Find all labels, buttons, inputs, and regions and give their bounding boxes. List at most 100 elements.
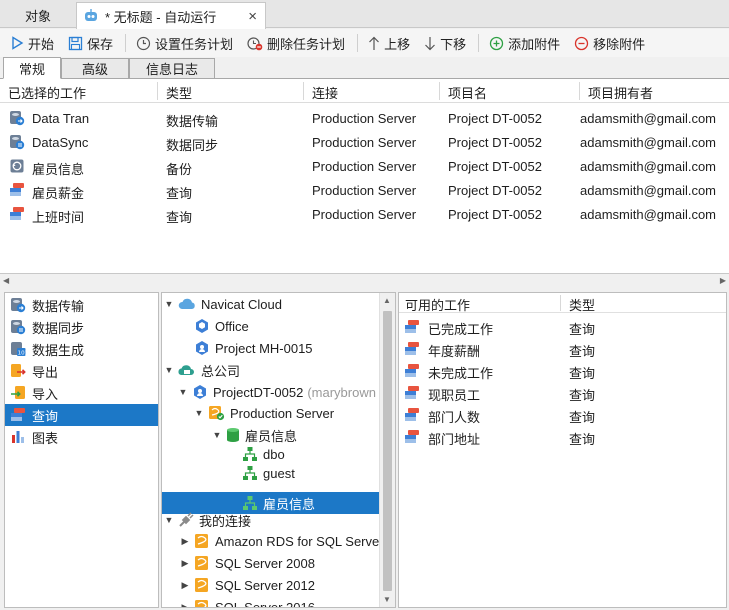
expand-arrow-icon[interactable]: ▶ (180, 602, 190, 608)
expand-arrow-icon[interactable]: ▶ (180, 536, 190, 547)
job-project: Project DT-0052 (448, 159, 542, 174)
start-button[interactable]: 开始 (6, 31, 58, 55)
collapse-arrow-icon[interactable]: ▼ (164, 299, 174, 309)
data-sync-icon (10, 135, 25, 150)
collapse-arrow-icon[interactable]: ▼ (164, 365, 174, 375)
table-row[interactable]: 雇员信息 备份 Production Server Project DT-005… (0, 154, 729, 178)
collapse-arrow-icon[interactable]: ▼ (164, 515, 174, 525)
add-circle-icon (489, 36, 504, 50)
table-row[interactable]: DataSync 数据同步 Production Server Project … (0, 130, 729, 154)
tab-general[interactable]: 常规 (3, 57, 61, 79)
list-item[interactable]: 已完成工作 查询 (399, 315, 726, 337)
tab-advanced-label: 高级 (81, 62, 108, 77)
tab-general-label: 常规 (18, 61, 45, 77)
sql-server-icon (195, 600, 208, 607)
play-icon (12, 36, 24, 50)
delete-schedule-button[interactable]: 删除任务计划 (243, 31, 349, 55)
tree-node-conn-sqlserver-2012[interactable]: ▶ SQL Server 2012 (180, 574, 315, 596)
column-divider[interactable] (560, 295, 561, 311)
toolbar: 开始 保存 设置任务计划 删除任务计划 上移 下移 添加附件 移除附件 (0, 29, 729, 57)
tree-owner-label: (marybrown (307, 384, 376, 400)
tree-node-conn-sqlserver-2008[interactable]: ▶ SQL Server 2008 (180, 552, 315, 574)
query-icon (11, 408, 25, 421)
query-icon (405, 342, 419, 355)
category-item-export[interactable]: 导出 (5, 360, 158, 382)
remove-attachment-label: 移除附件 (593, 36, 646, 52)
tab-message-log[interactable]: 信息日志 (129, 58, 215, 79)
tree-node-project-dt[interactable]: ▼ ProjectDT-0052 (marybrown (178, 381, 376, 403)
collapse-arrow-icon[interactable]: ▼ (194, 408, 204, 418)
expand-arrow-icon[interactable]: ▶ (180, 580, 190, 591)
category-item-data-generation[interactable]: 101 数据生成 (5, 338, 158, 360)
table-row[interactable]: 雇员薪金 查询 Production Server Project DT-005… (0, 178, 729, 202)
plug-icon (179, 512, 194, 527)
set-schedule-button[interactable]: 设置任务计划 (132, 31, 237, 55)
column-divider[interactable] (157, 82, 158, 100)
tree-label: SQL Server 2008 (215, 555, 315, 571)
scrollbar-thumb[interactable] (383, 311, 392, 591)
add-attachment-button[interactable]: 添加附件 (485, 31, 564, 55)
column-header-type[interactable]: 类型 (569, 295, 595, 314)
category-label: 图表 (32, 430, 59, 446)
job-owner: adamsmith@gmail.com (580, 207, 717, 222)
tab-objects-label: 对象 (24, 8, 51, 24)
column-header-available-job[interactable]: 可用的工作 (405, 295, 470, 314)
selected-jobs-table: 已选择的工作 类型 连接 项目名 项目拥有者 Data Tran 数据传输 Pr… (0, 79, 729, 274)
scroll-right-icon[interactable]: ▶ (720, 276, 726, 285)
job-project: Project DT-0052 (448, 207, 542, 222)
tree-node-production-server[interactable]: ▼ Production Server (194, 402, 335, 424)
horizontal-scrollbar[interactable]: ◀ ▶ (0, 274, 729, 288)
save-button[interactable]: 保存 (64, 31, 117, 55)
column-divider[interactable] (303, 82, 304, 100)
tree-node-company[interactable]: ▼ 总公司 (164, 359, 240, 381)
column-header-project[interactable]: 项目名 (448, 83, 487, 102)
tree-vertical-scrollbar[interactable]: ▲ ▼ (379, 293, 395, 607)
tree-label: SQL Server 2016 (215, 599, 315, 608)
table-row[interactable]: Data Tran 数据传输 Production Server Project… (0, 106, 729, 130)
scroll-left-icon[interactable]: ◀ (3, 276, 9, 285)
tree-node-schema-guest[interactable]: guest (242, 462, 295, 484)
tree-node-office[interactable]: Office (194, 315, 249, 337)
category-item-query[interactable]: 查询 (5, 404, 158, 426)
tree-node-my-connections[interactable]: ▼ 我的连接 (164, 509, 251, 531)
close-tab-icon[interactable]: × (248, 8, 257, 25)
table-row[interactable]: 上班时间 查询 Production Server Project DT-005… (0, 202, 729, 226)
tab-automation-document[interactable]: * 无标题 - 自动运行 × (76, 2, 266, 29)
tree-node-project-mh[interactable]: Project MH-0015 (194, 337, 313, 359)
list-item[interactable]: 部门地址 查询 (399, 425, 726, 447)
tree-label: 总公司 (201, 363, 241, 379)
tab-objects[interactable]: 对象 (0, 2, 76, 28)
scroll-up-icon[interactable]: ▲ (383, 296, 391, 305)
tree-node-conn-amazon-rds[interactable]: ▶ Amazon RDS for SQL Server (180, 530, 384, 552)
tree-node-schema-employee[interactable]: 雇员信息 (242, 492, 315, 514)
list-item[interactable]: 未完成工作 查询 (399, 359, 726, 381)
category-item-chart[interactable]: 图表 (5, 426, 158, 448)
export-icon (11, 364, 26, 377)
tree-node-navicat-cloud[interactable]: ▼ Navicat Cloud (164, 293, 282, 315)
category-item-data-transfer[interactable]: 数据传输 (5, 294, 158, 316)
category-item-import[interactable]: 导入 (5, 382, 158, 404)
list-item[interactable]: 部门人数 查询 (399, 403, 726, 425)
column-header-connection[interactable]: 连接 (312, 83, 338, 102)
column-header-type[interactable]: 类型 (166, 83, 192, 102)
expand-arrow-icon[interactable]: ▶ (180, 558, 190, 569)
column-header-selected-job[interactable]: 已选择的工作 (8, 83, 86, 102)
tab-advanced[interactable]: 高级 (61, 58, 129, 79)
remove-attachment-button[interactable]: 移除附件 (570, 31, 649, 55)
list-item[interactable]: 现职员工 查询 (399, 381, 726, 403)
column-header-owner[interactable]: 项目拥有者 (588, 83, 653, 102)
server-cloud-icon (178, 365, 194, 375)
collapse-arrow-icon[interactable]: ▼ (212, 430, 222, 440)
scroll-down-icon[interactable]: ▼ (383, 595, 391, 604)
column-divider[interactable] (439, 82, 440, 100)
move-up-button[interactable]: 上移 (364, 31, 414, 55)
tree-node-conn-sqlserver-2016[interactable]: ▶ SQL Server 2016 (180, 596, 315, 608)
move-down-button[interactable]: 下移 (420, 31, 470, 55)
toolbar-divider (125, 34, 127, 52)
collapse-arrow-icon[interactable]: ▼ (178, 387, 188, 397)
category-item-data-sync[interactable]: 数据同步 (5, 316, 158, 338)
list-item[interactable]: 年度薪酬 查询 (399, 337, 726, 359)
available-job-type: 查询 (569, 344, 596, 359)
column-divider[interactable] (579, 82, 580, 100)
job-name: Data Tran (32, 111, 90, 126)
